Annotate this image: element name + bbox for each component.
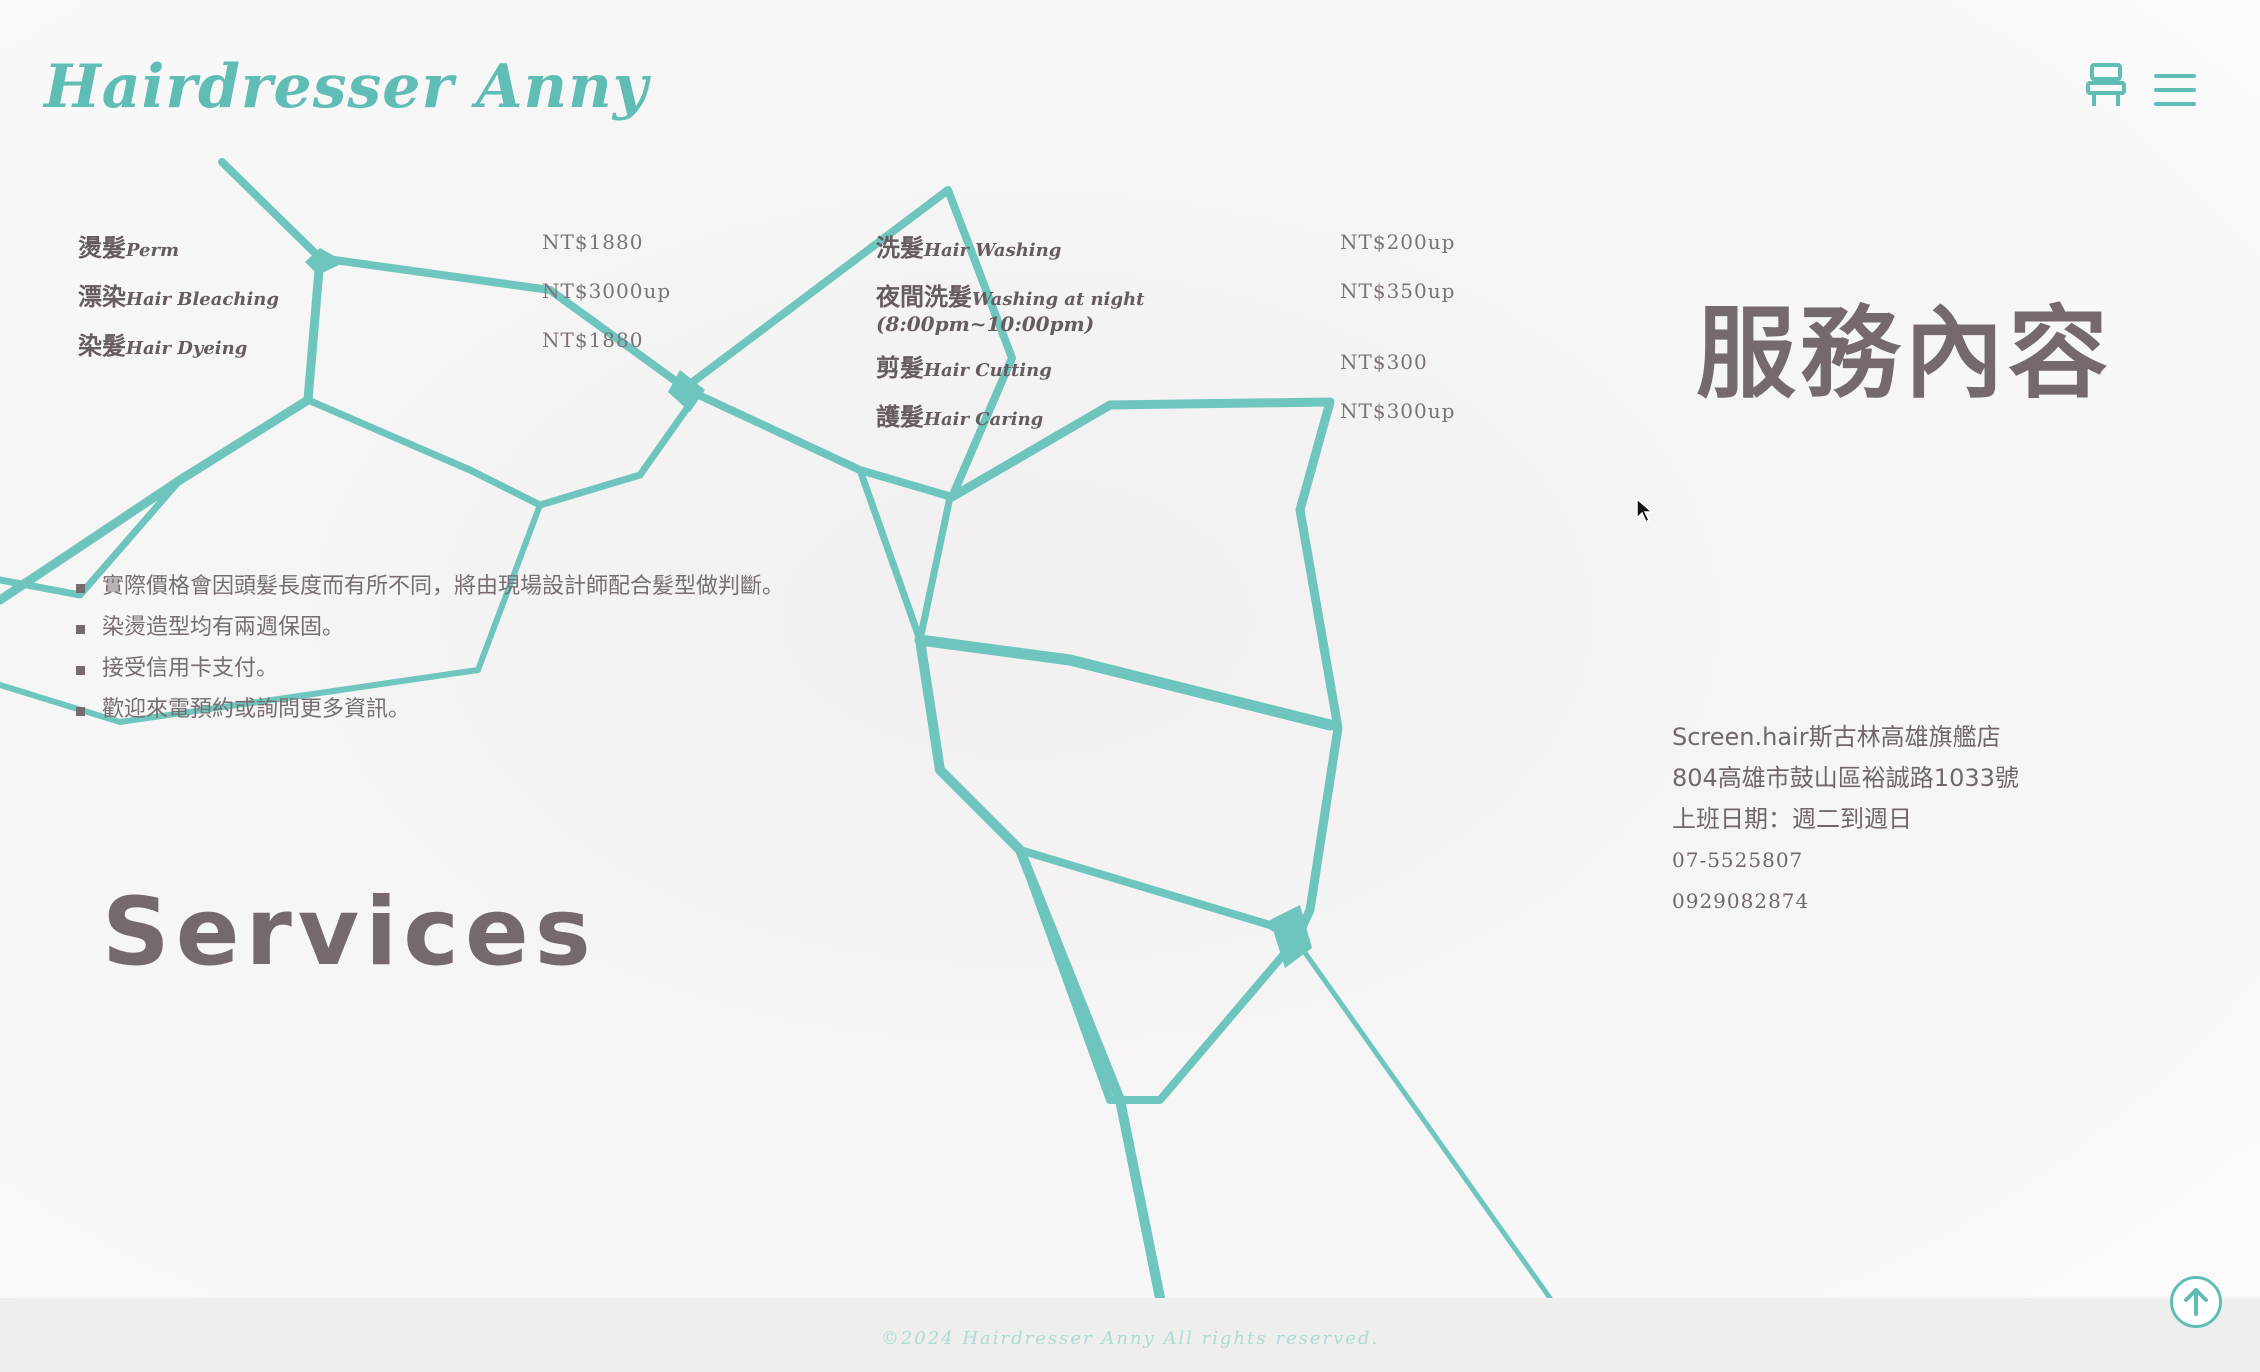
price-row-perm: 燙髮Perm NT$1880 — [78, 228, 678, 277]
service-price: NT$300up — [1340, 399, 1456, 423]
service-name: 染髮Hair Dyeing — [78, 332, 248, 360]
service-name: 洗髮Hair Washing — [876, 234, 1062, 262]
price-row-dyeing: 染髮Hair Dyeing NT$1880 — [78, 326, 678, 375]
shop-name: Screen.hair斯古林高雄旗艦店 — [1672, 723, 2001, 751]
arrow-up-icon — [2184, 1288, 2208, 1316]
price-list-left: 燙髮Perm NT$1880 漂染Hair Bleaching NT$3000u… — [78, 228, 678, 375]
menu-icon[interactable] — [2154, 72, 2196, 108]
service-name: 剪髮Hair Cutting — [876, 354, 1052, 382]
shop-address: 804高雄市鼓山區裕誠路1033號 — [1672, 764, 2019, 792]
price-row-washing: 洗髮Hair Washing NT$200up — [876, 228, 1454, 277]
mouse-cursor-icon — [1636, 498, 1654, 524]
service-name: 漂染Hair Bleaching — [78, 283, 279, 311]
list-item: 接受信用卡支付。 — [70, 654, 784, 695]
shop-mobile[interactable]: 0929082874 — [1672, 884, 2019, 925]
back-to-top-button[interactable] — [2170, 1276, 2222, 1328]
service-price: NT$200up — [1340, 230, 1456, 254]
shop-phone[interactable]: 07-5525807 — [1672, 843, 2019, 884]
list-item: 歡迎來電預約或詢問更多資訊。 — [70, 695, 784, 736]
list-item: 實際價格會因頭髮長度而有所不同，將由現場設計師配合髮型做判斷。 — [70, 572, 784, 613]
service-name: 夜間洗髮Washing at night — [876, 283, 1145, 311]
footer: ©2024 Hairdresser Anny All rights reserv… — [0, 1298, 2260, 1372]
service-price: NT$3000up — [542, 279, 672, 303]
shop-hours: 上班日期：週二到週日 — [1672, 805, 1912, 833]
section-title-en: Services — [102, 878, 597, 987]
service-name: 護髮Hair Caring — [876, 403, 1044, 431]
list-item: 染燙造型均有兩週保固。 — [70, 613, 784, 654]
service-price: NT$1880 — [542, 328, 644, 352]
service-notes: 實際價格會因頭髮長度而有所不同，將由現場設計師配合髮型做判斷。 染燙造型均有兩週… — [70, 572, 784, 736]
service-price: NT$350up — [1340, 279, 1456, 303]
service-name: 燙髮Perm — [78, 234, 180, 262]
service-price: NT$1880 — [542, 230, 644, 254]
copyright-text: ©2024 Hairdresser Anny All rights reserv… — [880, 1328, 1380, 1349]
chair-icon[interactable] — [2084, 62, 2128, 108]
price-row-night-washing: 夜間洗髮Washing at night NT$350up — [876, 277, 1454, 326]
price-list-right: 洗髮Hair Washing NT$200up 夜間洗髮Washing at n… — [876, 228, 1454, 446]
price-row-cutting: 剪髮Hair Cutting NT$300 — [876, 348, 1436, 397]
section-title-zh: 服務內容 — [1696, 295, 2112, 412]
service-price: NT$300 — [1340, 350, 1428, 374]
shop-info: Screen.hair斯古林高雄旗艦店 804高雄市鼓山區裕誠路1033號 上班… — [1672, 720, 2019, 925]
price-row-caring: 護髮Hair Caring NT$300up — [876, 397, 1454, 446]
site-logo[interactable]: Hairdresser Anny — [44, 52, 649, 122]
price-row-bleaching: 漂染Hair Bleaching NT$3000up — [78, 277, 678, 326]
